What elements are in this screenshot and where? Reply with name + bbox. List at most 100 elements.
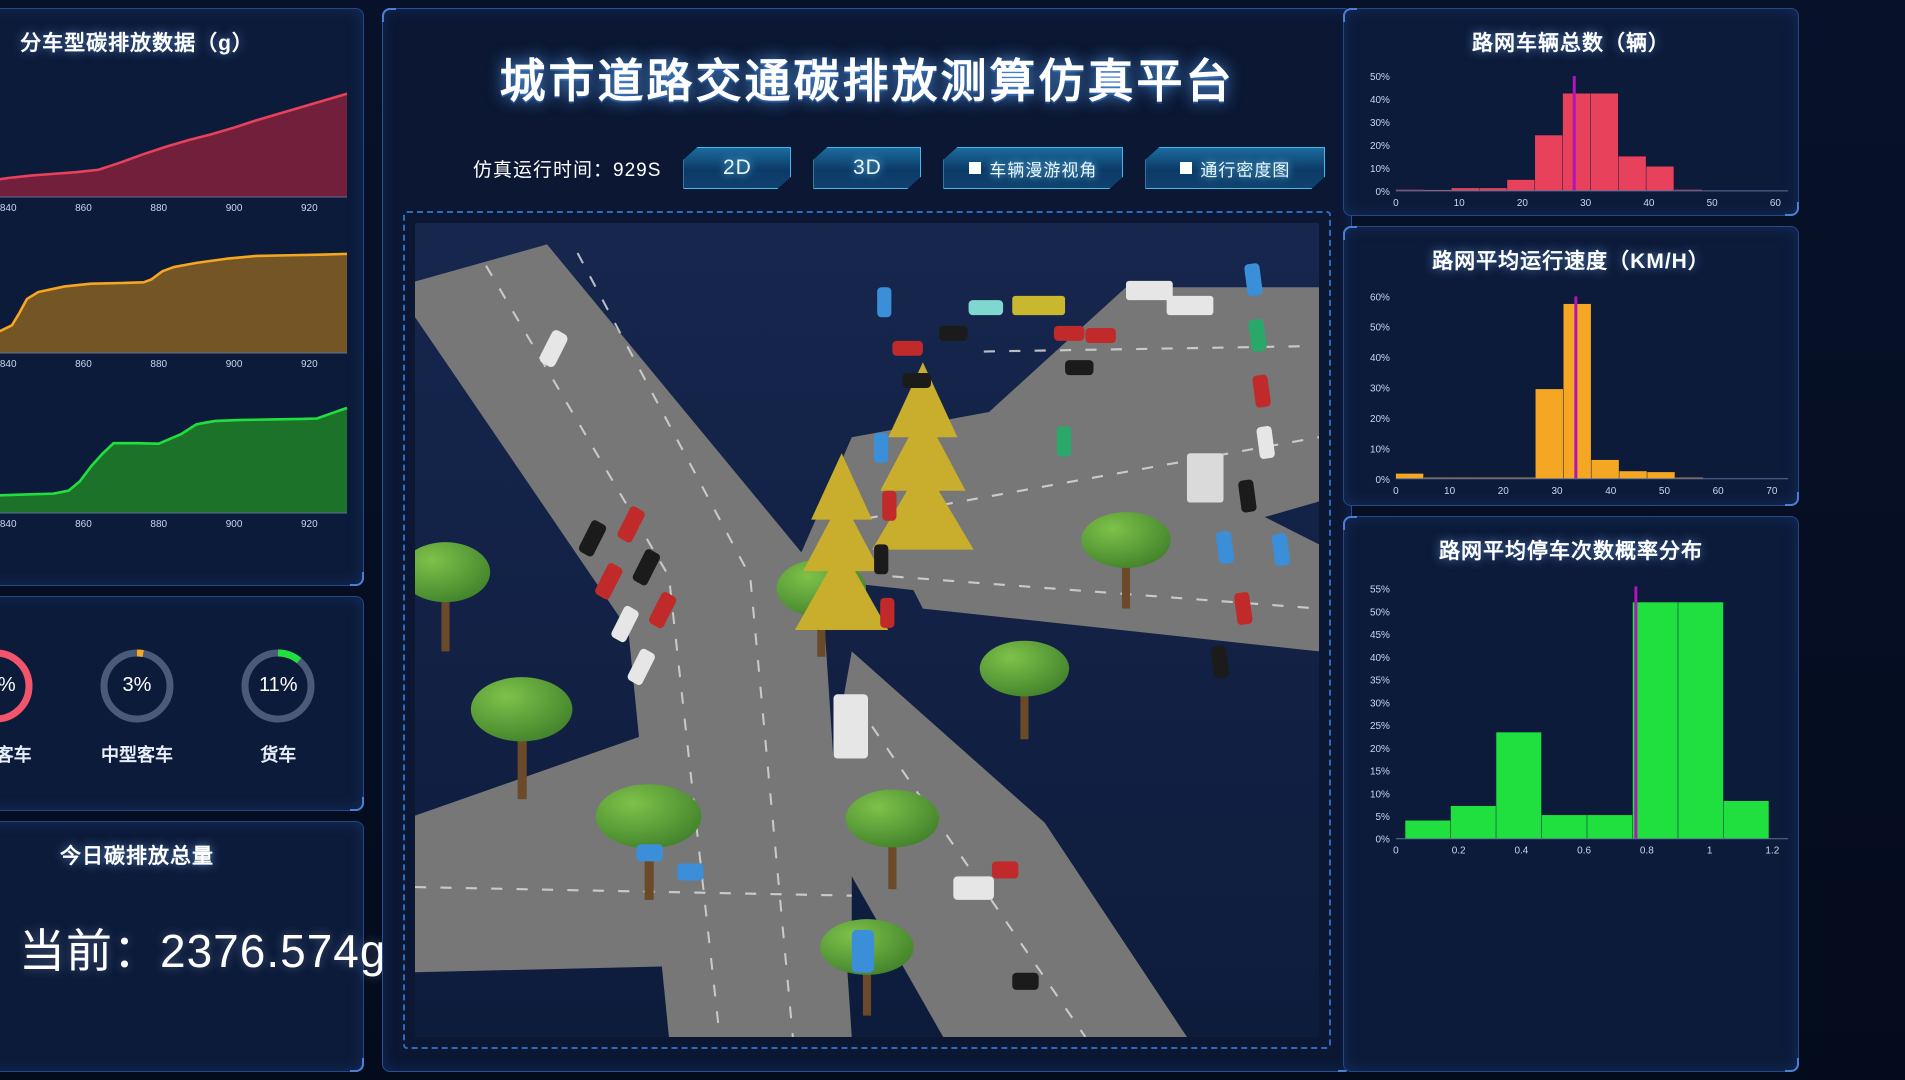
svg-text:920: 920 [301,359,318,370]
total-emission-text: 当前：2376.574g [19,915,386,981]
svg-text:30: 30 [1580,198,1592,209]
sim-time-value: 929S [613,159,662,181]
svg-text:0.8: 0.8 [1640,846,1654,857]
svg-text:920: 920 [301,203,318,214]
road-vehicle-count-title: 路网车辆总数（辆） [1472,32,1670,55]
svg-text:5%: 5% [1375,812,1390,823]
svg-text:1: 1 [1707,846,1713,857]
svg-text:40%: 40% [1370,653,1390,664]
traffic-density-map-toggle[interactable]: 通行密度图 [1145,147,1325,189]
svg-text:60: 60 [1770,198,1782,209]
left-column: 分车型碳排放数据（g） 1,8001,8501,9001,9502,0002,0… [0,0,385,1080]
view-3d-button[interactable]: 3D [813,147,921,189]
vehicle-roam-label: 车辆漫游视角 [989,160,1098,180]
svg-text:900: 900 [226,203,243,214]
svg-text:50: 50 [1707,198,1719,209]
total-prefix: 当前： [19,925,160,977]
emission-chart-truck: 220225230235240245840860880900920 [0,375,363,535]
view-2d-button[interactable]: 2D [683,147,791,189]
svg-text:0.2: 0.2 [1452,846,1466,857]
vehicle-roam-view-toggle[interactable]: 车辆漫游视角 [943,147,1123,189]
svg-text:880: 880 [150,359,167,370]
emission-panel-title: 分车型碳排放数据（g） [20,32,254,55]
traffic-density-label: 通行密度图 [1200,160,1291,180]
total-inner: 今日碳排放总量 CO 2 当前：2376.574g [0,822,385,1071]
simulation-main-panel: 城市道路交通碳排放测算仿真平台 仿真运行时间：929S 2D 3D 车辆漫游视角… [382,8,1352,1072]
gauge-label-medium-bus: 中型客车 [100,744,173,765]
gauge-value-small-bus: 86% [0,645,37,727]
gauge-label-truck: 货车 [260,744,297,765]
svg-text:1.2: 1.2 [1765,846,1779,857]
svg-text:50: 50 [1659,486,1671,497]
emission-by-vehicle-type-panel: 分车型碳排放数据（g） 1,8001,8501,9001,9502,0002,0… [0,8,364,586]
svg-text:900: 900 [226,519,243,530]
svg-text:15%: 15% [1370,767,1390,778]
svg-text:40%: 40% [1370,353,1390,364]
emission-chart-small-bus: 1,8001,8501,9001,9502,0002,0502,10084086… [0,57,363,219]
road-average-speed-chart: 0% 10% 20% 30% 40% 50% 60% 0 10 20 30 40 50 60 70 [1370,292,1789,497]
sim-time-label: 仿真运行时间： [473,159,614,181]
svg-text:0.6: 0.6 [1577,846,1591,857]
svg-text:860: 860 [75,359,92,370]
co2-car-icon: CO 2 [0,902,13,994]
svg-text:10: 10 [1444,486,1456,497]
svg-text:0: 0 [1393,846,1399,857]
gauges-row: 86% 小型客车 3% 中型客车 11% 货车 [0,597,363,810]
svg-text:50%: 50% [1370,323,1390,334]
checkbox-icon-vehicle-roam[interactable] [969,162,981,174]
gauge-medium-bus[interactable]: 3% 中型客车 [96,645,178,767]
road-stop-count-panel: 路网平均停车次数概率分布 0% 5% 10% 15% 20% 25% 30% 35% 40% 45… [1343,516,1799,1072]
svg-text:10: 10 [1454,198,1466,209]
page-title: 城市道路交通碳排放测算仿真平台 [499,55,1235,107]
svg-text:70: 70 [1766,486,1778,497]
svg-text:10%: 10% [1370,789,1390,800]
road-vehicle-count-chart: 0% 10% 20% 30% 40% 50% 0 10 20 30 40 50 60 [1370,72,1789,209]
gauge-small-bus[interactable]: 86% 小型客车 [0,645,37,767]
svg-text:40: 40 [1605,486,1617,497]
vehicle-share-gauges-panel: 86% 小型客车 3% 中型客车 11% 货车 [0,596,364,811]
svg-text:10%: 10% [1370,164,1390,175]
checkbox-icon-traffic-density[interactable] [1180,162,1192,174]
gauge-ring-medium-bus: 3% [96,645,178,727]
svg-text:10%: 10% [1370,444,1390,455]
gauge-truck[interactable]: 11% 货车 [237,645,319,767]
svg-text:840: 840 [0,519,17,530]
svg-text:50%: 50% [1370,72,1390,83]
svg-text:880: 880 [150,203,167,214]
svg-text:30%: 30% [1370,118,1390,129]
svg-text:25%: 25% [1370,721,1390,732]
total-card-title: 今日碳排放总量 [60,845,214,868]
svg-text:840: 840 [0,203,17,214]
svg-text:860: 860 [75,519,92,530]
center-column: 城市道路交通碳排放测算仿真平台 仿真运行时间：929S 2D 3D 车辆漫游视角… [372,0,1362,1080]
today-total-emission-panel: 今日碳排放总量 CO 2 当前：2376.574g [0,821,385,1072]
svg-text:20: 20 [1498,486,1510,497]
emission-chart-medium-bus: 3638404244840860880900920 [0,219,363,375]
svg-text:40%: 40% [1370,95,1390,106]
svg-text:0: 0 [1393,486,1399,497]
svg-text:40: 40 [1643,198,1655,209]
svg-text:900: 900 [226,359,243,370]
svg-text:20%: 20% [1370,744,1390,755]
svg-text:50%: 50% [1370,607,1390,618]
svg-text:880: 880 [150,519,167,530]
gauge-ring-small-bus: 86% [0,645,37,727]
gauge-value-truck: 11% [259,674,298,696]
svg-text:30%: 30% [1370,384,1390,395]
svg-text:20%: 20% [1370,141,1390,152]
road-average-speed-title: 路网平均运行速度（KM/H） [1432,250,1710,273]
traffic-scene [415,223,1319,1037]
dashboard-root: 分车型碳排放数据（g） 1,8001,8501,9001,9502,0002,0… [0,0,1905,1080]
svg-text:45%: 45% [1370,630,1390,641]
svg-text:30: 30 [1551,486,1563,497]
svg-text:860: 860 [75,203,92,214]
road-stop-count-chart: 0% 5% 10% 15% 20% 25% 30% 35% 40% 45% 50% 55% 0 0.2 0.… [1370,585,1789,857]
svg-text:0%: 0% [1375,835,1390,846]
simulation-viewport[interactable] [415,223,1319,1037]
svg-text:35%: 35% [1370,676,1390,687]
road-average-speed-panel: 路网平均运行速度（KM/H） 0% 10% 20% 30% 40% 50% 60% 0 10 20… [1343,226,1799,506]
svg-text:920: 920 [301,519,318,530]
gauge-label-small-bus: 小型客车 [0,744,32,765]
total-value-row: CO 2 当前：2376.574g [0,902,385,994]
svg-text:0%: 0% [1375,187,1390,198]
